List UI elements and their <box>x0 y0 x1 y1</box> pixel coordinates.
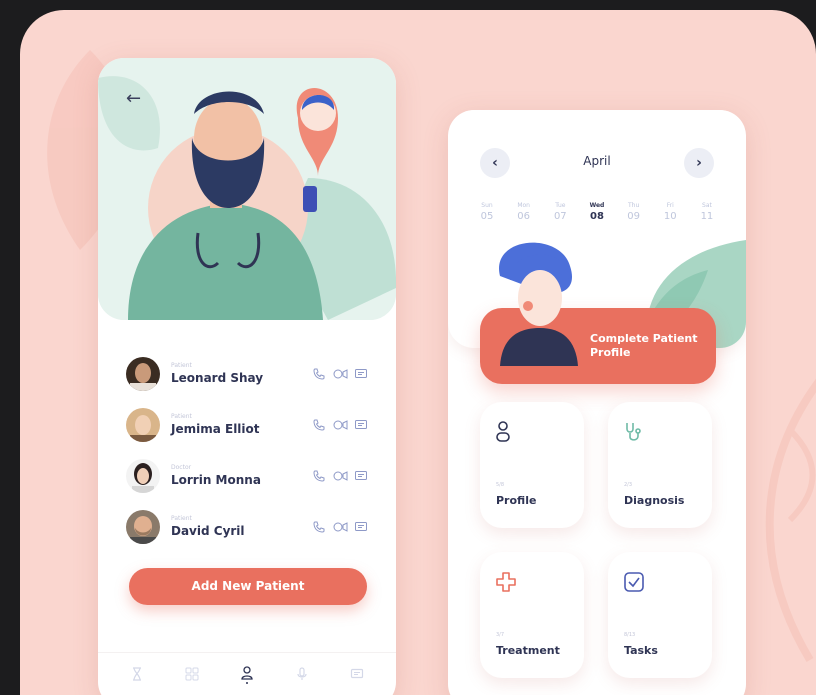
complete-profile-card[interactable]: Complete Patient Profile <box>480 242 716 384</box>
patient-name: David Cyril <box>171 524 245 538</box>
video-icon[interactable] <box>333 417 348 431</box>
cta-label: Complete Patient Profile <box>590 332 698 359</box>
grid-icon[interactable] <box>185 666 199 680</box>
card-count: 3/7 <box>496 632 505 638</box>
day-cell[interactable]: Sat 11 <box>694 202 720 222</box>
phone-icon[interactable] <box>312 468 326 482</box>
card-label: Tasks <box>624 644 658 657</box>
message-icon[interactable] <box>354 366 368 380</box>
card-label: Treatment <box>496 644 560 657</box>
mic-icon[interactable] <box>295 666 309 680</box>
back-arrow-icon[interactable]: ← <box>126 88 148 110</box>
role-label: Patient <box>171 413 192 420</box>
card-label: Profile <box>496 494 537 507</box>
message-icon[interactable] <box>354 468 368 482</box>
checkbox-icon <box>622 570 646 594</box>
diagnosis-card[interactable]: 2/3 Diagnosis <box>608 402 712 528</box>
card-count: 8/13 <box>624 632 636 638</box>
chevron-right-icon[interactable]: › <box>684 148 714 178</box>
leaf-decoration <box>765 378 816 663</box>
patient-name: Leonard Shay <box>171 371 264 385</box>
user-outline-icon <box>494 420 518 444</box>
patient-list: Patient Leonard Shay Patient Jemima Elliot… <box>126 348 372 552</box>
add-new-patient-button[interactable]: Add New Patient <box>129 568 367 605</box>
list-item[interactable]: Patient Jemima Elliot <box>126 399 372 450</box>
avatar <box>126 509 160 544</box>
patient-illustration <box>499 242 578 366</box>
week-strip: Sun 05 Mon 06 Tue 07 Wed 08 Thu 09 Fri 10 Sat 1… <box>474 202 720 222</box>
role-label: Doctor <box>171 464 192 471</box>
user-icon[interactable] <box>240 665 254 684</box>
phone-icon[interactable] <box>312 519 326 533</box>
doctor-illustration: ← <box>98 58 396 320</box>
avatar <box>126 458 160 493</box>
list-item[interactable]: Patient Leonard Shay <box>126 348 372 399</box>
role-label: Patient <box>171 515 192 522</box>
patient-name: Lorrin Monna <box>171 473 261 487</box>
role-label: Patient <box>171 362 192 369</box>
day-cell-selected[interactable]: Wed 08 <box>584 202 610 222</box>
day-cell[interactable]: Mon 06 <box>511 202 537 222</box>
day-cell[interactable]: Thu 09 <box>621 202 647 222</box>
phone-icon[interactable] <box>312 366 326 380</box>
stethoscope-icon <box>622 420 646 444</box>
patient-name: Jemima Elliot <box>171 422 260 436</box>
phone-icon[interactable] <box>312 417 326 431</box>
message-icon[interactable] <box>354 519 368 533</box>
avatar <box>126 407 160 442</box>
video-icon[interactable] <box>333 366 348 380</box>
video-icon[interactable] <box>333 468 348 482</box>
message-icon[interactable] <box>354 417 368 431</box>
day-cell[interactable]: Tue 07 <box>547 202 573 222</box>
patients-screen: ← Patient Leonard Shay Patient Jemima Elli… <box>98 58 396 695</box>
patient-profile-screen: ‹ April › Sun 05 Mon 06 Tue 07 Wed 08 Thu 09 … <box>448 110 746 695</box>
hourglass-icon[interactable] <box>130 666 144 681</box>
tasks-card[interactable]: 8/13 Tasks <box>608 552 712 678</box>
bottom-tab-bar <box>98 652 396 692</box>
avatar <box>126 356 160 391</box>
list-item[interactable]: Patient David Cyril <box>126 501 372 552</box>
card-count: 2/3 <box>624 482 633 488</box>
day-cell[interactable]: Fri 10 <box>657 202 683 222</box>
day-cell[interactable]: Sun 05 <box>474 202 500 222</box>
treatment-card[interactable]: 3/7 Treatment <box>480 552 584 678</box>
list-item[interactable]: Doctor Lorrin Monna <box>126 450 372 501</box>
medical-cross-icon <box>494 570 518 594</box>
profile-card[interactable]: 5/8 Profile <box>480 402 584 528</box>
card-label: Diagnosis <box>624 494 685 507</box>
video-icon[interactable] <box>333 519 348 533</box>
card-count: 5/8 <box>496 482 505 488</box>
chat-icon[interactable] <box>350 666 364 680</box>
